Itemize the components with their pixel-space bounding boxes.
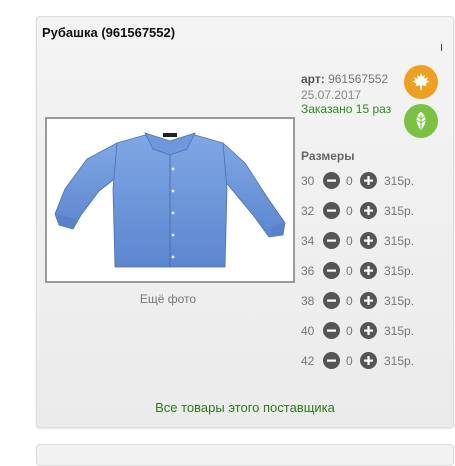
size-value: 40 [301, 324, 315, 338]
plus-button[interactable] [360, 322, 377, 339]
size-value: 34 [301, 234, 315, 248]
size-value: 38 [301, 294, 315, 308]
minus-button[interactable] [323, 292, 340, 309]
minus-button[interactable] [323, 172, 340, 189]
supplier-products-link[interactable]: Все товары этого поставщика [37, 400, 453, 415]
minus-icon [327, 269, 336, 272]
plus-icon [364, 206, 373, 215]
plus-button[interactable] [360, 202, 377, 219]
size-row: 32 0 315р. [301, 202, 431, 220]
minus-icon [327, 239, 336, 242]
size-value: 30 [301, 174, 315, 188]
product-card: Рубашка (961567552) Ещё фото арт: 961567… [36, 16, 454, 428]
product-title: Рубашка (961567552) [42, 25, 176, 40]
price-value: 315р. [384, 294, 415, 308]
plus-button[interactable] [360, 262, 377, 279]
minus-button[interactable] [323, 352, 340, 369]
size-row: 40 0 315р. [301, 322, 431, 340]
minus-icon [327, 209, 336, 212]
order-count: Заказано 15 раз [301, 102, 392, 116]
size-row: 38 0 315р. [301, 292, 431, 310]
more-photos-link[interactable]: Ещё фото [37, 292, 299, 306]
leaf-icon[interactable] [404, 104, 438, 138]
plus-icon [364, 326, 373, 335]
maple-leaf-icon[interactable] [404, 65, 438, 99]
shirt-image [54, 132, 286, 268]
minus-icon [327, 299, 336, 302]
article-label: арт: [301, 72, 325, 86]
price-value: 315р. [384, 234, 415, 248]
minus-icon [327, 359, 336, 362]
price-value: 315р. [384, 354, 415, 368]
article-number: арт: 961567552 [301, 72, 388, 87]
plus-button[interactable] [360, 172, 377, 189]
corner-mark [441, 44, 442, 51]
size-row: 42 0 315р. [301, 352, 431, 370]
size-row: 30 0 315р. [301, 172, 431, 190]
quantity-value: 0 [346, 294, 353, 308]
plus-icon [364, 266, 373, 275]
next-product-card [36, 444, 454, 466]
plus-icon [364, 296, 373, 305]
minus-button[interactable] [323, 322, 340, 339]
minus-button[interactable] [323, 232, 340, 249]
plus-icon [364, 236, 373, 245]
quantity-value: 0 [346, 234, 353, 248]
sizes-heading: Размеры [301, 149, 355, 163]
quantity-value: 0 [346, 324, 353, 338]
plus-icon [364, 176, 373, 185]
quantity-value: 0 [346, 204, 353, 218]
plus-button[interactable] [360, 232, 377, 249]
size-row: 36 0 315р. [301, 262, 431, 280]
plus-button[interactable] [360, 352, 377, 369]
article-value: 961567552 [328, 72, 389, 86]
size-value: 36 [301, 264, 315, 278]
quantity-value: 0 [346, 174, 353, 188]
minus-button[interactable] [323, 262, 340, 279]
price-value: 315р. [384, 204, 415, 218]
minus-icon [327, 329, 336, 332]
size-value: 32 [301, 204, 315, 218]
size-value: 42 [301, 354, 315, 368]
price-value: 315р. [384, 174, 415, 188]
price-value: 315р. [384, 264, 415, 278]
size-row: 34 0 315р. [301, 232, 431, 250]
product-photo[interactable] [45, 117, 295, 283]
quantity-value: 0 [346, 354, 353, 368]
product-date: 25.07.2017 [301, 88, 362, 102]
quantity-value: 0 [346, 264, 353, 278]
price-value: 315р. [384, 324, 415, 338]
minus-button[interactable] [323, 202, 340, 219]
plus-icon [364, 356, 373, 365]
plus-button[interactable] [360, 292, 377, 309]
minus-icon [327, 179, 336, 182]
